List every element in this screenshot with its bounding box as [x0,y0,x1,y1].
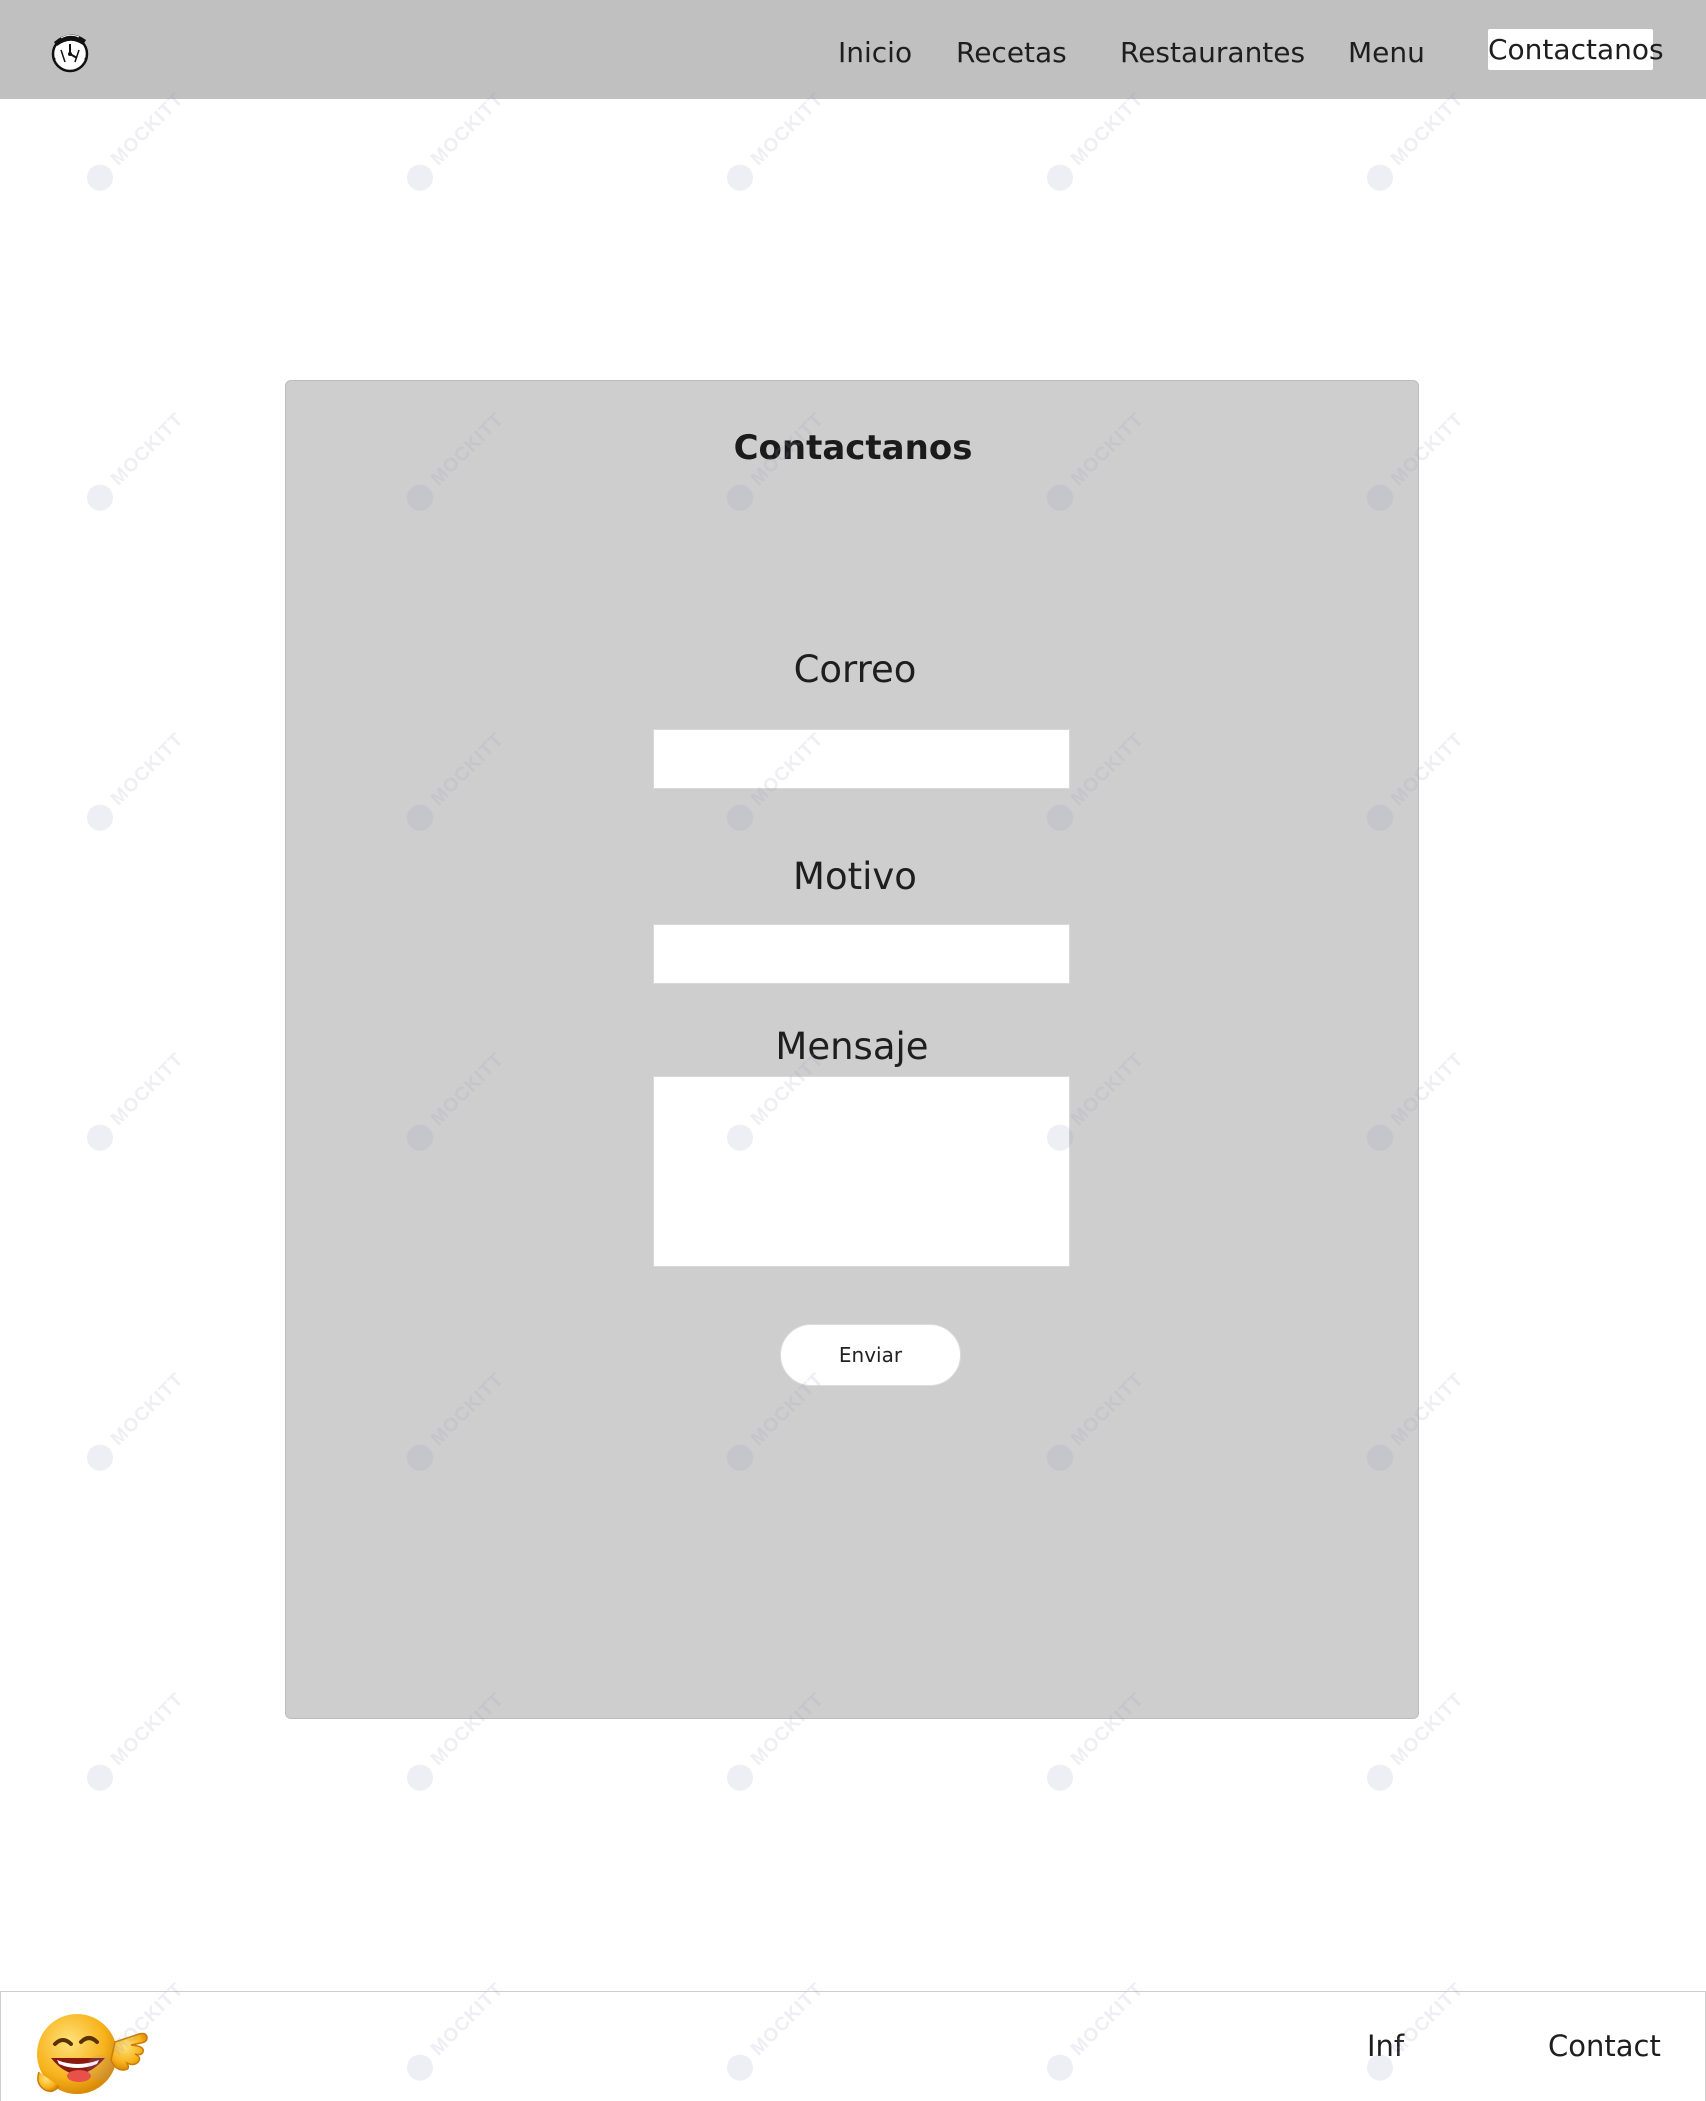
footer-link-inf[interactable]: Inf [1367,2029,1404,2063]
page-footer: Inf Contact [0,1991,1706,2101]
top-navbar: Inicio Recetas Restaurantes Menu Contact… [0,0,1706,99]
watermark: MOCKITT [81,1687,191,1796]
watermark: MOCKITT [721,87,831,196]
nav-link-contactanos[interactable]: Contactanos [1488,29,1664,70]
watermark: MOCKITT [81,727,191,836]
footer-link-contact[interactable]: Contact [1548,2029,1661,2063]
motivo-label: Motivo [793,855,917,898]
watermark: MOCKITT [401,87,511,196]
correo-input[interactable] [653,729,1070,789]
laughing-emoji-icon [37,2014,148,2094]
watermark: MOCKITT [81,1047,191,1156]
correo-label: Correo [793,648,917,691]
enviar-button[interactable]: Enviar [780,1324,961,1386]
watermark: MOCKITT [81,87,191,196]
watermark: MOCKITT [1041,87,1151,196]
nav-link-inicio[interactable]: Inicio [838,35,912,71]
form-title: Contactanos [733,428,973,468]
nav-link-menu[interactable]: Menu [1348,35,1425,71]
motivo-input[interactable] [653,924,1070,984]
nav-link-restaurantes[interactable]: Restaurantes [1120,35,1305,71]
nav-link-recetas[interactable]: Recetas [956,35,1067,71]
watermark: MOCKITT [1361,87,1471,196]
chef-clock-logo-icon[interactable] [46,28,94,74]
watermark: MOCKITT [81,1367,191,1476]
mensaje-textarea[interactable] [653,1076,1070,1267]
mensaje-label: Mensaje [775,1025,929,1068]
